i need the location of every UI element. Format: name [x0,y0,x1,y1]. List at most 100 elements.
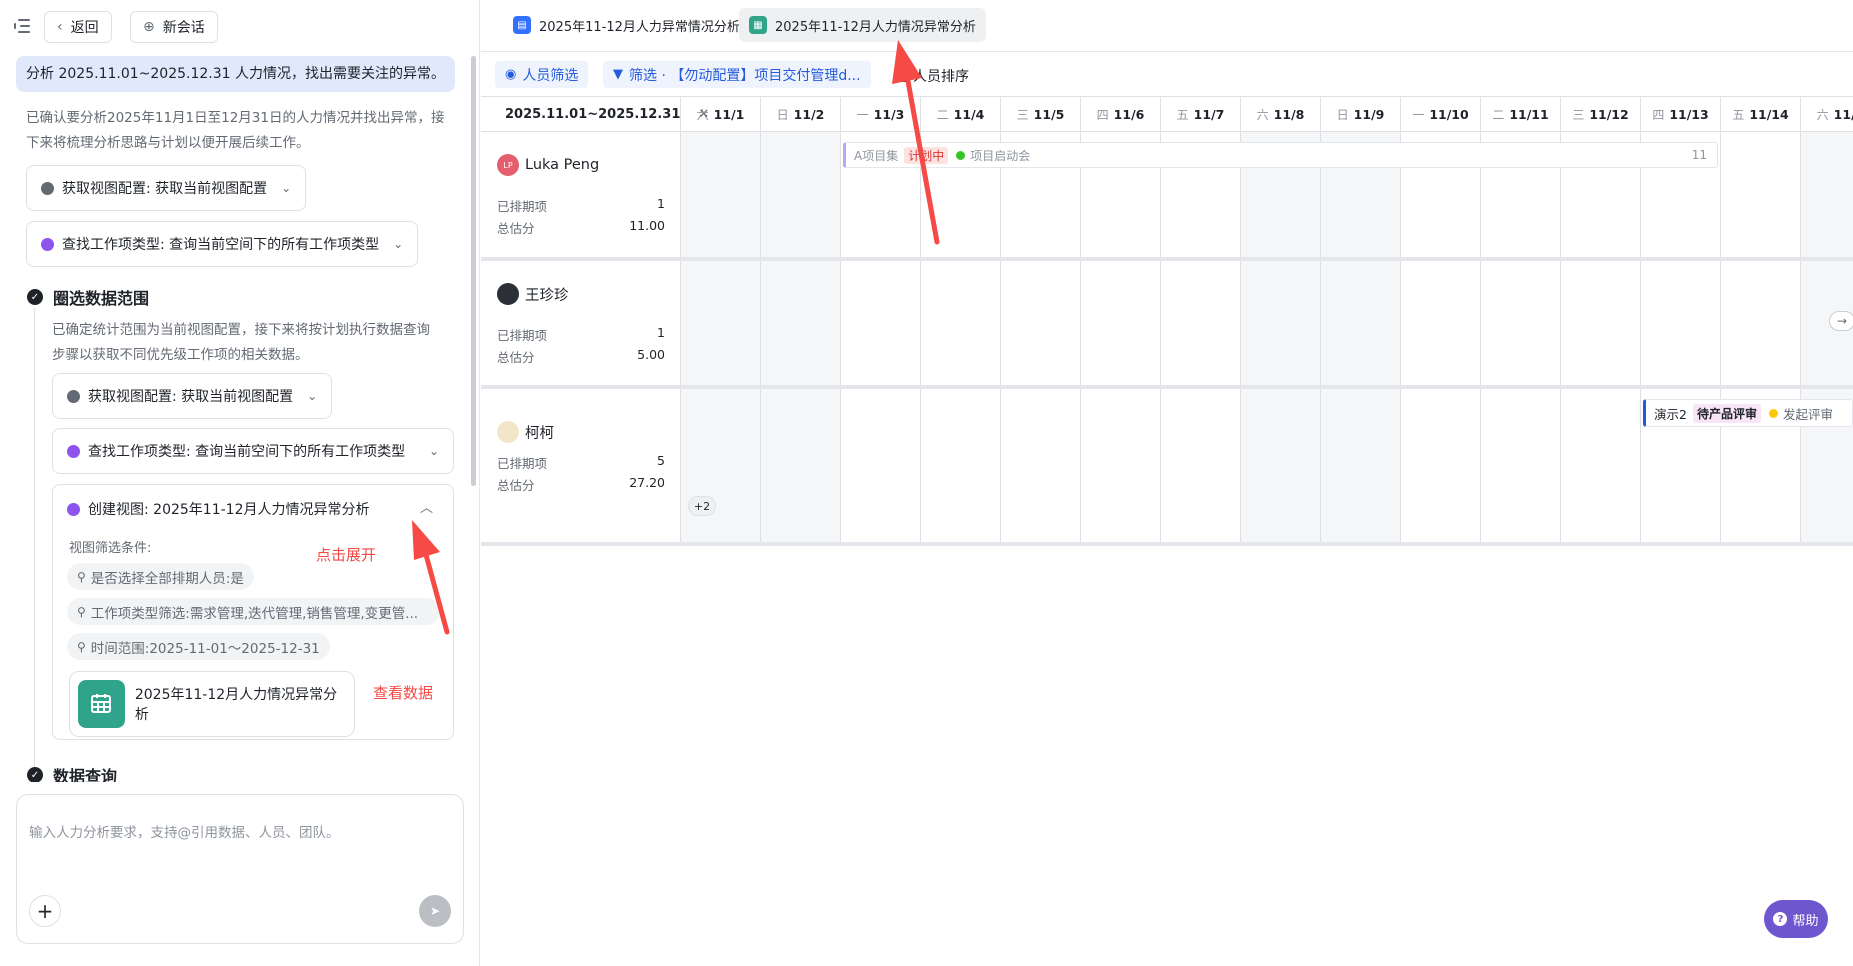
day-header-cell: 二 11/4 [921,97,1001,131]
scroll-right-button[interactable]: → [1829,311,1853,331]
stat-label: 已排期项 [497,199,548,214]
day-column[interactable] [921,389,1001,542]
filter-chip-text: 时间范围:2025-11-01～2025-12-31 [90,640,320,657]
attach-button[interactable]: + [29,895,61,927]
weekday-label: 日 [776,107,789,122]
day-column[interactable] [1721,132,1801,257]
weekday-label: 一 [1412,107,1425,122]
day-column[interactable] [1401,261,1481,385]
day-column[interactable] [921,261,1001,385]
more-items-badge[interactable]: +2 [688,496,716,516]
day-column[interactable] [1641,261,1721,385]
config-filter-button[interactable]: ▼ 筛选 · 【勿动配置】项目交付管理d... [603,61,871,88]
date-label: 11/6 [1113,106,1145,122]
day-column[interactable] [1241,261,1321,385]
chat-scrollbar[interactable] [471,56,476,486]
day-column[interactable] [681,389,761,542]
tab-label: 2025年11-12月人力情况异常分析 [775,19,976,35]
sidebar-toggle-icon[interactable] [14,18,32,34]
day-column[interactable] [1321,261,1401,385]
tab-anomaly-doc[interactable]: ▤ 2025年11-12月人力异常情况分析 [503,8,750,42]
day-column[interactable] [1561,261,1641,385]
create-view-header[interactable]: 创建视图: 2025年11-12月人力情况异常分析 [67,499,369,519]
people-filter-button[interactable]: ◉ 人员筛选 [495,61,589,88]
day-column[interactable] [1401,389,1481,542]
weekday-label: 四 [1652,107,1665,122]
weekday-label: 六 [1816,107,1829,122]
back-button[interactable]: ‹ 返回 [44,11,112,43]
stat-value: 5 [657,453,665,468]
day-column[interactable] [761,132,841,257]
total-score: 总估分 11.00 [497,218,665,237]
stat-value: 1 [657,196,665,211]
chat-panel: ‹ 返回 ⊕ 新会话 分析 2025.11.01~2025.12.31 人力情况… [0,0,480,966]
tool-icon [41,181,54,195]
day-column[interactable] [1161,261,1241,385]
day-column[interactable] [1481,261,1561,385]
day-column[interactable] [1481,389,1561,542]
section-scope: ✓ 圈选数据范围 [27,285,149,309]
task-name: 演示2 [1654,406,1687,422]
date-range-label: 2025.11.01~2025.12.31 [505,106,681,122]
help-label: 帮助 [1792,913,1819,929]
scheduled-count: 已排期项 1 [497,196,665,215]
filter-icon: ▼ [613,67,623,82]
date-label: 11/8 [1273,106,1305,122]
day-column[interactable] [1241,389,1321,542]
task-bar[interactable]: 演示2 待产品评审 发起评审 [1643,399,1853,427]
day-column[interactable] [681,132,761,257]
day-column[interactable] [1161,389,1241,542]
stat-value: 27.20 [629,475,665,490]
user-icon: ◉ [505,67,517,82]
day-header-cell: 日 11/9 [1321,97,1401,131]
help-button[interactable]: ? 帮助 [1764,900,1828,938]
day-column[interactable] [841,261,921,385]
new-chat-button[interactable]: ⊕ 新会话 [130,11,218,43]
day-header-cell: 六 11/1 [681,97,761,131]
weekday-label: 一 [856,107,869,122]
config-filter-label: 筛选 · 【勿动配置】项目交付管理d... [629,67,861,84]
filter-label: 视图筛选条件: [69,541,152,556]
tab-anomaly-view[interactable]: ▦ 2025年11-12月人力情况异常分析 [739,8,986,42]
stat-label: 已排期项 [497,328,548,343]
person-name[interactable]: LP Luka Peng [497,154,599,176]
day-column[interactable] [1321,389,1401,542]
tool-call-view-config-2[interactable]: 获取视图配置: 获取当前视图配置 ⌄ [52,373,333,419]
chevron-down-icon: ⌄ [281,181,292,195]
day-column[interactable] [1561,389,1641,542]
arrow-right-icon: → [1836,314,1848,328]
tool-label: 查找工作项类型: 查询当前空间下的所有工作项类型 [88,444,406,460]
date-range-picker[interactable]: 2025.11.01~2025.12.31 ✕ [481,97,709,131]
day-column[interactable] [1081,389,1161,542]
person-name[interactable]: 王珍珍 [497,283,569,305]
day-column[interactable] [1801,132,1853,257]
task-bar[interactable]: A项目集 计划中 项目启动会 11 [843,142,1718,168]
day-column[interactable] [1001,389,1081,542]
search-icon: ⚲ [77,604,86,619]
chat-input-box[interactable]: 输入人力分析要求，支持@引用数据、人员、团队。 + ➤ [16,794,464,944]
day-column[interactable] [841,389,921,542]
person-name[interactable]: 柯柯 [497,421,554,443]
tool-call-item-types[interactable]: 查找工作项类型: 查询当前空间下的所有工作项类型 ⌄ [26,221,419,267]
day-header-cell: 四 11/13 [1641,97,1721,131]
day-column[interactable] [1081,261,1161,385]
day-column[interactable] [761,261,841,385]
section-title: 数据查询 [53,767,118,782]
day-column[interactable] [1721,261,1801,385]
tool-call-view-config[interactable]: 获取视图配置: 获取当前视图配置 ⌄ [26,165,307,211]
chevron-up-icon[interactable]: ︿ [420,497,433,516]
tool-call-item-types-2[interactable]: 查找工作项类型: 查询当前空间下的所有工作项类型 ⌄ [52,428,454,474]
intro-line-2: 下来将梳理分析思路与计划以便开展后续工作。 [26,135,310,151]
status-dot-icon [1768,408,1778,418]
date-label: 11/3 [873,106,905,122]
view-link-card[interactable]: 2025年11-12月人力情况异常分析 [69,671,355,737]
scope-description: 已确定统计范围为当前视图配置，接下来将按计划执行数据查询 步骤以获取不同优先级工… [52,318,430,368]
people-sort-button[interactable]: 人员排序 [896,66,969,86]
day-column[interactable] [761,389,841,542]
person-name-text: 王珍珍 [525,287,569,304]
day-header-cell: 五 11/14 [1721,97,1801,131]
day-column[interactable] [681,261,761,385]
send-button[interactable]: ➤ [419,895,451,927]
day-column[interactable] [1001,261,1081,385]
day-header-cell: 一 11/10 [1401,97,1481,131]
